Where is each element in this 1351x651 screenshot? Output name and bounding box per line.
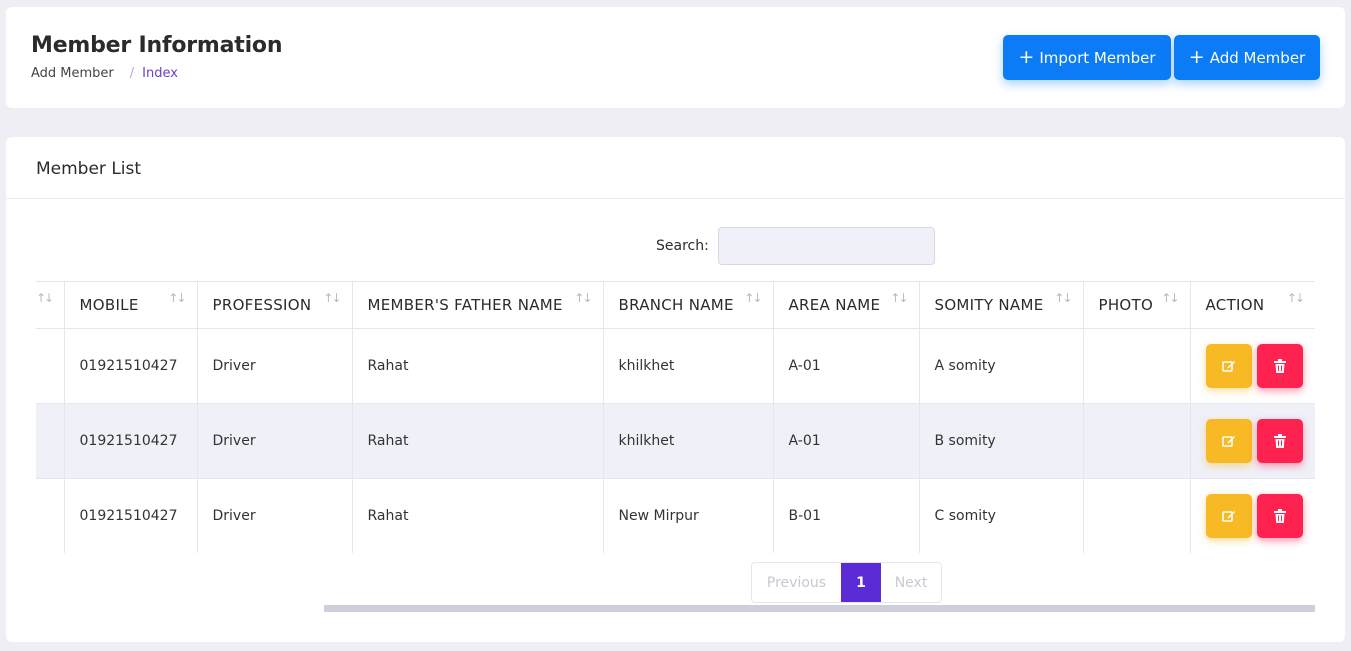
sort-icon: ↑↓	[890, 291, 908, 305]
add-member-label: Add Member	[1209, 48, 1306, 67]
cell-somity-name: B somity	[919, 403, 1084, 479]
column-header-hidden[interactable]: ↑↓	[36, 281, 65, 329]
edit-button[interactable]	[1205, 419, 1252, 463]
cell-photo	[1083, 403, 1191, 479]
member-table-container: ↑↓ MOBILE ↑↓ PROFESSION ↑↓ MEMBER'S FATHER…	[36, 281, 1315, 553]
member-list-title: Member List	[36, 159, 142, 179]
previous-page-button[interactable]: Previous	[752, 563, 841, 602]
breadcrumb: Add Member / Index	[31, 66, 178, 81]
table-row: 01921510427 Driver Rahat New Mirpur B-01…	[36, 478, 1315, 554]
trash-icon	[1273, 359, 1286, 373]
edit-button[interactable]	[1205, 344, 1252, 388]
table-row: 01921510427 Driver Rahat khilkhet A-01 A…	[36, 328, 1315, 404]
cell-action	[1190, 479, 1315, 554]
edit-icon	[1221, 361, 1235, 372]
sort-icon: ↑↓	[323, 291, 341, 305]
cell-somity-name: C somity	[919, 478, 1084, 553]
breadcrumb-parent[interactable]: Add Member	[31, 66, 114, 81]
cell-hidden	[36, 478, 65, 553]
search-input[interactable]	[718, 227, 935, 265]
plus-icon: +	[1018, 46, 1035, 68]
cell-mobile: 01921510427	[64, 403, 198, 479]
cell-photo	[1083, 328, 1191, 404]
column-header-area-name[interactable]: AREA NAME ↑↓	[773, 281, 920, 329]
cell-hidden	[36, 328, 65, 404]
delete-button[interactable]	[1256, 419, 1303, 463]
cell-profession: Driver	[197, 403, 353, 479]
sort-icon: ↑↓	[1286, 291, 1305, 305]
cell-branch-name: khilkhet	[603, 403, 774, 479]
sort-icon: ↑↓	[1054, 291, 1072, 305]
next-page-button[interactable]: Next	[881, 563, 941, 602]
cell-branch-name: New Mirpur	[603, 478, 774, 553]
page-title: Member Information	[31, 33, 283, 58]
edit-icon	[1221, 436, 1235, 447]
table-header-row: ↑↓ MOBILE ↑↓ PROFESSION ↑↓ MEMBER'S FATHER…	[36, 281, 1315, 329]
trash-icon	[1273, 434, 1286, 448]
import-member-button[interactable]: + Import Member	[1003, 35, 1171, 80]
column-header-action[interactable]: ACTION ↑↓	[1190, 282, 1315, 329]
cell-mobile: 01921510427	[64, 328, 198, 404]
cell-action	[1190, 404, 1315, 479]
cell-branch-name: khilkhet	[603, 328, 774, 404]
plus-icon: +	[1188, 46, 1205, 68]
sort-icon: ↑↓	[36, 291, 54, 305]
delete-button[interactable]	[1256, 344, 1303, 388]
column-header-photo[interactable]: PHOTO ↑↓	[1083, 281, 1191, 329]
cell-father-name: Rahat	[352, 478, 604, 553]
sort-icon: ↑↓	[574, 291, 592, 305]
column-header-profession[interactable]: PROFESSION ↑↓	[197, 281, 353, 329]
divider	[6, 198, 1345, 199]
cell-photo	[1083, 478, 1191, 553]
page-header: Member Information Add Member / Index + Im…	[6, 7, 1345, 108]
cell-profession: Driver	[197, 478, 353, 553]
column-header-somity-name[interactable]: SOMITY NAME ↑↓	[919, 281, 1084, 329]
cell-father-name: Rahat	[352, 328, 604, 404]
column-header-mobile[interactable]: MOBILE ↑↓	[64, 281, 198, 329]
trash-icon	[1273, 509, 1286, 523]
delete-button[interactable]	[1256, 494, 1303, 538]
search-label: Search:	[656, 238, 709, 254]
cell-somity-name: A somity	[919, 328, 1084, 404]
cell-mobile: 01921510427	[64, 478, 198, 553]
add-member-button[interactable]: + Add Member	[1174, 35, 1320, 80]
cell-area-name: B-01	[773, 478, 920, 553]
sort-icon: ↑↓	[168, 291, 186, 305]
cell-area-name: A-01	[773, 328, 920, 404]
column-header-branch-name[interactable]: BRANCH NAME ↑↓	[603, 281, 774, 329]
member-table: ↑↓ MOBILE ↑↓ PROFESSION ↑↓ MEMBER'S FATHER…	[36, 281, 1315, 553]
member-list-card: Member List Search: ↑↓ MOBILE ↑↓ PROFESSI…	[6, 137, 1345, 642]
cell-father-name: Rahat	[352, 403, 604, 479]
horizontal-scrollbar[interactable]	[324, 605, 1315, 612]
pagination: Previous 1 Next	[751, 562, 942, 603]
table-row: 01921510427 Driver Rahat khilkhet A-01 B…	[36, 403, 1315, 479]
import-member-label: Import Member	[1039, 48, 1156, 67]
sort-icon: ↑↓	[744, 291, 762, 305]
edit-button[interactable]	[1205, 494, 1252, 538]
breadcrumb-current: Index	[142, 66, 178, 81]
cell-profession: Driver	[197, 328, 353, 404]
cell-area-name: A-01	[773, 403, 920, 479]
breadcrumb-separator: /	[129, 66, 135, 81]
cell-hidden	[36, 403, 65, 479]
page-number-button[interactable]: 1	[841, 563, 881, 602]
edit-icon	[1221, 511, 1235, 522]
cell-action	[1190, 329, 1315, 404]
sort-icon: ↑↓	[1161, 291, 1179, 305]
column-header-father-name[interactable]: MEMBER'S FATHER NAME ↑↓	[352, 281, 604, 329]
